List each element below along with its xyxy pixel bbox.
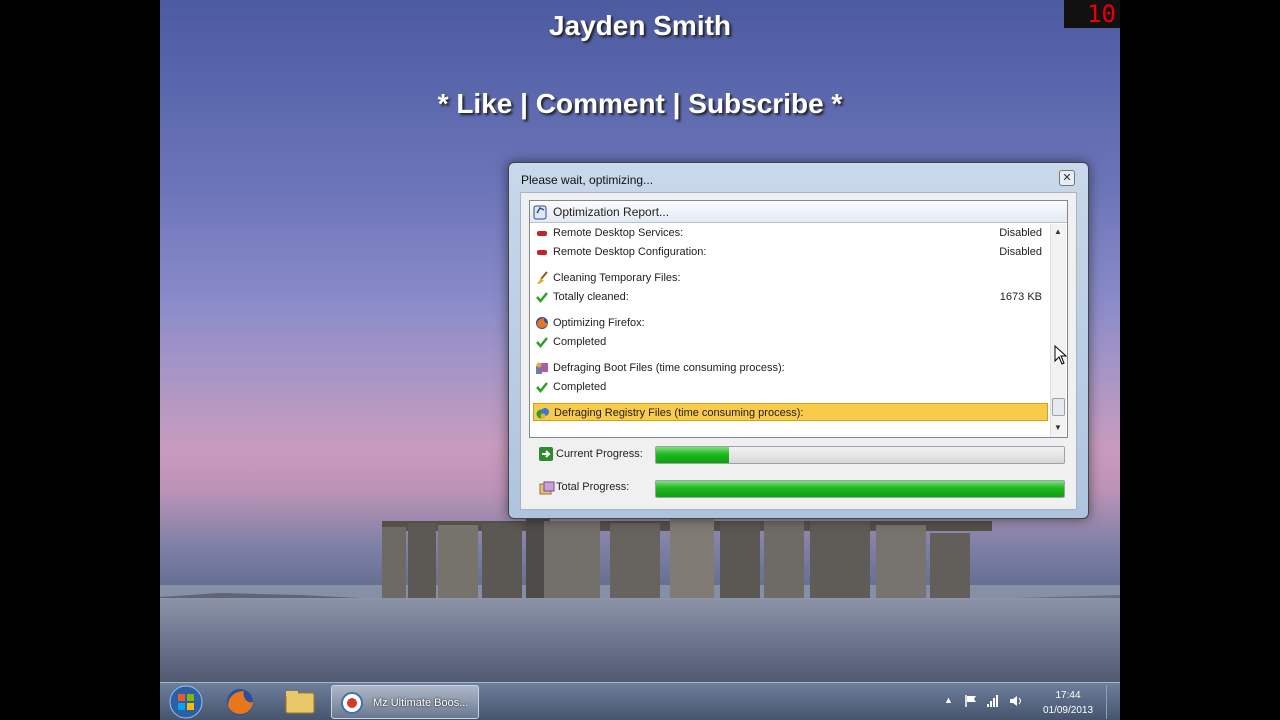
like-comment-subscribe-banner: * Like | Comment | Subscribe * bbox=[437, 88, 843, 119]
check-icon bbox=[536, 382, 548, 393]
system-clock[interactable]: 17:44 01/09/2013 bbox=[1030, 688, 1106, 718]
scrollbar-thumb[interactable] bbox=[1052, 398, 1065, 416]
clock-date: 01/09/2013 bbox=[1042, 705, 1094, 716]
list-item-active: Defraging Registry Files (time consuming… bbox=[533, 403, 1048, 421]
report-icon bbox=[533, 205, 547, 220]
mouse-cursor-icon bbox=[1054, 345, 1068, 365]
dialog-title: Please wait, optimizing... bbox=[521, 173, 654, 187]
current-progress-fill bbox=[656, 447, 730, 463]
report-list: Remote Desktop Services: Disabled Remote… bbox=[530, 224, 1050, 437]
start-button[interactable] bbox=[164, 685, 208, 719]
scroll-down-icon[interactable]: ▼ bbox=[1054, 423, 1062, 432]
current-progress-bar bbox=[655, 446, 1065, 464]
current-progress-icon bbox=[539, 447, 553, 461]
show-hidden-icons-icon[interactable]: ▲ bbox=[944, 695, 953, 705]
total-progress-fill bbox=[656, 481, 1064, 497]
desktop: Jayden Smith * Like | Comment | Subscrib… bbox=[160, 0, 1120, 720]
registry-defrag-icon bbox=[536, 408, 549, 419]
firefox-icon bbox=[536, 317, 548, 329]
taskbar-task-label: Mz Ultimate Boos... bbox=[373, 697, 469, 709]
report-header-label: Optimization Report... bbox=[553, 205, 670, 219]
list-item: Remote Desktop Services: Disabled bbox=[533, 224, 1048, 242]
close-button[interactable]: ✕ bbox=[1059, 170, 1075, 186]
show-desktop-button[interactable] bbox=[1106, 685, 1118, 719]
mz-booster-icon bbox=[341, 692, 363, 714]
list-item: Completed bbox=[533, 378, 1048, 396]
action-center-flag-icon[interactable] bbox=[964, 694, 978, 708]
dialog-body: Optimization Report... Remote Desktop Se… bbox=[520, 192, 1077, 510]
row-label: Totally cleaned: bbox=[553, 291, 629, 303]
clock-time: 17:44 bbox=[1055, 690, 1081, 701]
row-label: Optimizing Firefox: bbox=[553, 317, 645, 329]
row-label: Cleaning Temporary Files: bbox=[553, 272, 681, 284]
row-label: Defraging Registry Files (time consuming… bbox=[554, 407, 804, 419]
frame-counter: 10 bbox=[1064, 0, 1120, 28]
taskbar: Mz Ultimate Boos... ▲ 17:44 01/09/2013 bbox=[160, 682, 1120, 720]
file-explorer-icon[interactable] bbox=[278, 685, 322, 719]
network-signal-icon[interactable] bbox=[986, 694, 1000, 708]
list-item: Cleaning Temporary Files: bbox=[533, 269, 1048, 287]
optimization-report-panel: Optimization Report... Remote Desktop Se… bbox=[529, 200, 1068, 438]
check-icon bbox=[536, 292, 548, 303]
broom-icon bbox=[537, 271, 548, 284]
row-label: Completed bbox=[553, 381, 607, 393]
list-item: Remote Desktop Configuration: Disabled bbox=[533, 243, 1048, 261]
total-progress-label: Total Progress: bbox=[556, 481, 630, 493]
video-author-name: Jayden Smith bbox=[548, 10, 732, 41]
firefox-taskbar-icon[interactable] bbox=[218, 685, 262, 719]
volume-icon[interactable] bbox=[1009, 694, 1023, 708]
total-progress-icon bbox=[539, 481, 555, 495]
list-item: Totally cleaned: 1673 KB bbox=[533, 288, 1048, 306]
row-label: Remote Desktop Configuration: bbox=[553, 246, 707, 258]
red-dash-icon bbox=[537, 231, 547, 236]
taskbar-task-mz-ultimate-booster[interactable]: Mz Ultimate Boos... bbox=[331, 685, 479, 719]
defrag-icon bbox=[536, 362, 548, 374]
row-label: Remote Desktop Services: bbox=[553, 227, 684, 239]
list-item: Completed bbox=[533, 333, 1048, 351]
report-scrollbar[interactable]: ▲ ▼ bbox=[1050, 224, 1066, 437]
list-item: Optimizing Firefox: bbox=[533, 314, 1048, 332]
row-label: Completed bbox=[553, 336, 607, 348]
row-value: Disabled bbox=[999, 246, 1042, 258]
scroll-up-icon[interactable]: ▲ bbox=[1054, 227, 1062, 236]
report-header: Optimization Report... bbox=[530, 201, 1067, 223]
check-icon bbox=[536, 337, 548, 348]
row-value: 1673 KB bbox=[999, 291, 1042, 303]
current-progress-label: Current Progress: bbox=[556, 448, 643, 460]
red-dash-icon bbox=[537, 250, 547, 255]
total-progress-bar bbox=[655, 480, 1065, 498]
row-value: Disabled bbox=[999, 227, 1042, 239]
row-label: Defraging Boot Files (time consuming pro… bbox=[553, 362, 785, 374]
optimizing-dialog: Please wait, optimizing... ✕ Optimizatio… bbox=[508, 162, 1089, 519]
frozen-ground bbox=[160, 598, 1120, 688]
list-item: Defraging Boot Files (time consuming pro… bbox=[533, 359, 1048, 377]
